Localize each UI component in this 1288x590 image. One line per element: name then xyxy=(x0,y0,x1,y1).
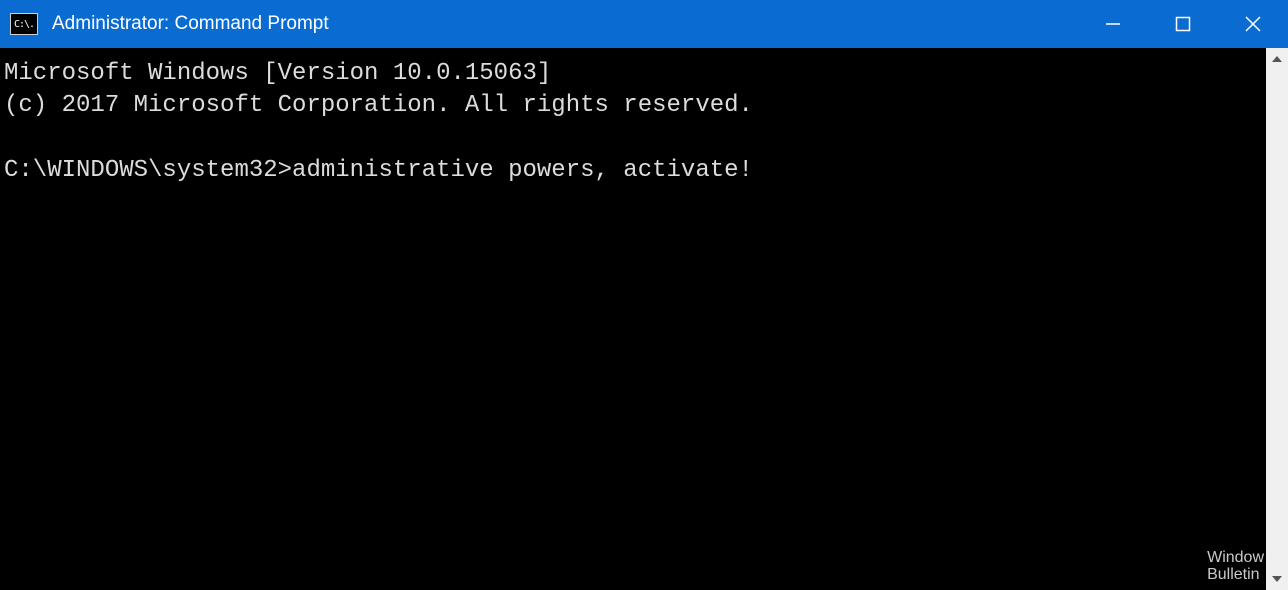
titlebar[interactable]: C:\. Administrator: Command Prompt xyxy=(0,0,1288,48)
window-title: Administrator: Command Prompt xyxy=(52,13,1078,35)
terminal-line: Microsoft Windows [Version 10.0.15063] xyxy=(4,60,551,87)
terminal-command-input[interactable]: administrative powers, activate! xyxy=(292,157,753,184)
close-icon xyxy=(1244,15,1262,33)
vertical-scrollbar[interactable] xyxy=(1266,48,1288,590)
minimize-icon xyxy=(1104,15,1122,33)
close-button[interactable] xyxy=(1218,0,1288,48)
minimize-button[interactable] xyxy=(1078,0,1148,48)
terminal-output[interactable]: Microsoft Windows [Version 10.0.15063] (… xyxy=(0,48,1266,590)
window-controls xyxy=(1078,0,1288,48)
scroll-down-arrow-icon[interactable] xyxy=(1266,568,1288,590)
terminal-line: (c) 2017 Microsoft Corporation. All righ… xyxy=(4,92,753,119)
command-prompt-window: C:\. Administrator: Command Prompt xyxy=(0,0,1288,590)
content-area: Microsoft Windows [Version 10.0.15063] (… xyxy=(0,48,1288,590)
maximize-button[interactable] xyxy=(1148,0,1218,48)
maximize-icon xyxy=(1174,15,1192,33)
scrollbar-track[interactable] xyxy=(1266,70,1288,568)
cmd-app-icon: C:\. xyxy=(10,13,38,35)
terminal-prompt: C:\WINDOWS\system32> xyxy=(4,157,292,184)
scroll-up-arrow-icon[interactable] xyxy=(1266,48,1288,70)
